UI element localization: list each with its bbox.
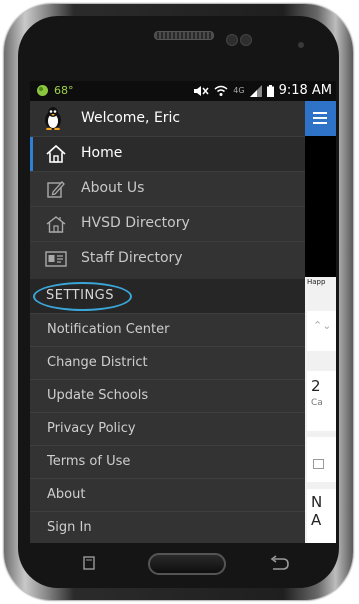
settings-item-label: Sign In [47,520,92,535]
banner-area [305,136,336,277]
settings-header-label: SETTINGS [46,288,115,303]
calendar-icon [313,459,324,469]
settings-item-label: Notification Center [47,322,170,337]
id-card-icon [45,251,67,267]
card-heading: N A [311,493,323,529]
penguin-avatar [45,107,61,130]
nav-item-label: Staff Directory [81,250,183,266]
navigation-drawer: Welcome, Eric Home About Us HVSD Directo… [30,101,305,543]
battery-icon [266,84,274,97]
recent-apps-icon[interactable] [82,556,96,570]
content-card[interactable]: N A [307,489,336,543]
settings-item-about[interactable]: About [30,478,305,511]
settings-item-privacy-policy[interactable]: Privacy Policy [30,412,305,445]
network-type: 4G [233,86,245,95]
building-icon [46,216,66,233]
settings-item-label: About [47,487,86,502]
light-sensor [240,34,252,46]
settings-item-terms-of-use[interactable]: Terms of Use [30,445,305,478]
card-subtext: Ca [311,398,323,408]
menu-icon[interactable] [313,112,327,124]
front-camera [298,42,304,48]
main-content-peek: Happ ⌃⌄ 2 Ca N A [305,101,336,543]
home-button[interactable] [148,553,226,575]
settings-item-sign-in[interactable]: Sign In [30,511,305,543]
content-card[interactable] [307,437,336,482]
nav-item-label: HVSD Directory [81,215,190,231]
settings-item-label: Privacy Policy [47,421,136,436]
earpiece-speaker [154,31,214,40]
settings-section-header: SETTINGS [30,279,305,313]
nav-item-hvsd-directory[interactable]: HVSD Directory [30,206,305,241]
app-header [305,101,336,136]
nav-item-label: About Us [81,180,145,196]
settings-item-update-schools[interactable]: Update Schools [30,379,305,412]
settings-item-label: Change District [47,355,148,370]
proximity-sensor [226,34,238,46]
mute-icon [194,85,209,96]
settings-item-label: Update Schools [47,388,149,403]
screen: 68° 4G 9:18 AM Welcome, Eric Home About … [30,81,336,543]
banner-caption: Happ [307,278,326,286]
edit-icon [47,181,65,198]
back-icon[interactable] [268,555,290,571]
chevron-updown-icon: ⌃⌄ [313,319,332,332]
nav-item-label: Home [81,145,123,161]
status-bar: 68° 4G 9:18 AM [30,81,336,101]
settings-item-label: Terms of Use [47,454,131,469]
nav-item-home[interactable]: Home [30,136,305,171]
status-time: 9:18 AM [278,83,332,98]
nav-item-about-us[interactable]: About Us [30,171,305,206]
hardware-keys [30,543,336,583]
weather-app-icon [37,85,48,96]
content-card[interactable]: ⌃⌄ [307,311,336,351]
wifi-icon [214,85,228,96]
settings-item-change-district[interactable]: Change District [30,346,305,379]
welcome-header: Welcome, Eric [30,101,305,136]
card-number: 2 [311,377,321,395]
nav-item-staff-directory[interactable]: Staff Directory [30,241,305,276]
settings-item-notification-center[interactable]: Notification Center [30,313,305,346]
home-icon [46,144,66,163]
welcome-text: Welcome, Eric [81,110,181,126]
status-temperature: 68° [54,84,74,97]
signal-icon [249,84,262,97]
content-card[interactable]: 2 Ca [307,371,336,431]
